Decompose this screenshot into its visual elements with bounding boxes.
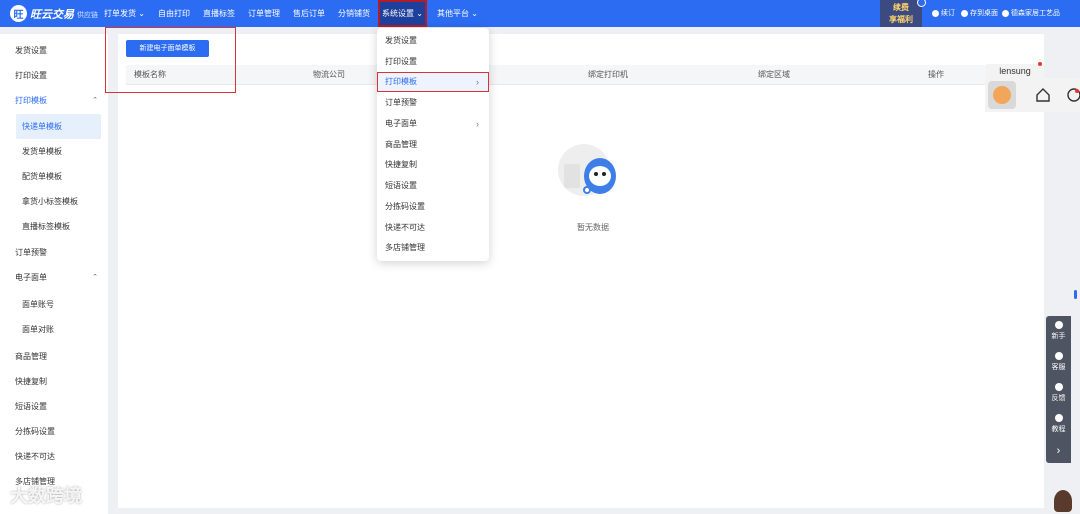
sidebar-item-phrases[interactable]: 短语设置	[0, 394, 108, 419]
beginner-icon	[1054, 321, 1063, 329]
logo-subtitle: 供应链	[77, 12, 98, 19]
sidebar-item-unreachable[interactable]: 快递不可达	[0, 444, 108, 469]
sidebar-item-print-settings[interactable]: 打印设置	[0, 63, 108, 88]
save-desktop-label: 存到桌面	[970, 10, 998, 17]
beginner-label: 新手	[1051, 333, 1066, 340]
nav-after-sales[interactable]: 售后订单	[293, 0, 325, 27]
sidebar-item-delivery-template[interactable]: 发货单模板	[0, 139, 108, 164]
sidebar-item-label: 电子面单	[15, 273, 47, 282]
app-logo[interactable]: 旺 旺云交易 供应链	[10, 5, 98, 22]
headset-icon	[1054, 352, 1063, 360]
dropdown-item-phrases[interactable]: 短语设置	[377, 176, 489, 196]
main-panel: 新建电子面单模板 模板名称 物流公司 绑定打印机 绑定区域 操作 暂无数据	[118, 34, 1044, 508]
desktop-icon	[961, 10, 968, 17]
sidebar-item-shipping-settings[interactable]: 发货设置	[0, 38, 108, 63]
vip-line2: 享福利	[889, 15, 913, 24]
dropdown-item-label: 电子面单	[385, 119, 417, 128]
beginner-button[interactable]: 新手	[1046, 318, 1071, 346]
floating-help-bar: 新手 客服 反馈 教程 ›	[1046, 316, 1071, 463]
avatar-face-icon	[993, 86, 1011, 104]
home-icon[interactable]	[1035, 87, 1051, 103]
nav-order-mgmt[interactable]: 订单管理	[248, 0, 280, 27]
support-button[interactable]: 客服	[1046, 349, 1071, 377]
feedback-button[interactable]: 反馈	[1046, 380, 1071, 408]
assistant-avatar[interactable]	[1054, 490, 1072, 512]
dropdown-item-shipping-settings[interactable]: 发货设置	[377, 31, 489, 51]
dropdown-item-print-templates[interactable]: 打印模板 ›	[377, 72, 489, 92]
tutorial-button[interactable]: 教程	[1046, 411, 1071, 439]
chevron-up-icon: ⌃	[92, 274, 98, 281]
logo-icon: 旺	[10, 5, 27, 22]
logo-text: 旺云交易	[30, 8, 74, 21]
widget-toolbar	[985, 78, 1080, 112]
nav-distribution[interactable]: 分销铺货	[338, 0, 370, 27]
feedback-label: 反馈	[1051, 395, 1066, 402]
chevron-right-icon: ›	[476, 77, 479, 87]
sidebar-item-express-template[interactable]: 快递单模板	[16, 114, 101, 139]
watermark: 大数跨境	[10, 486, 82, 506]
dropdown-item-unreachable[interactable]: 快递不可达	[377, 218, 489, 238]
dropdown-item-multi-shop[interactable]: 多店铺管理	[377, 238, 489, 258]
sidebar-item-picking-template[interactable]: 配货单模板	[0, 164, 108, 189]
nav-live-labels[interactable]: 直播标签	[203, 0, 235, 27]
sidebar-item-small-label-template[interactable]: 拿货小标签模板	[0, 189, 108, 214]
dropdown-item-quick-copy[interactable]: 快捷复制	[377, 155, 489, 175]
sidebar-item-order-alert[interactable]: 订单预警	[0, 240, 108, 265]
vip-badge-icon	[917, 0, 926, 7]
col-actions: 操作	[928, 70, 944, 79]
support-label: 客服	[1051, 364, 1066, 371]
widget-name: lensung	[999, 66, 1031, 76]
sidebar-item-print-templates[interactable]: 打印模板 ⌃	[0, 88, 108, 113]
empty-state-text: 暂无数据	[577, 223, 609, 232]
chevron-right-icon: ›	[476, 119, 479, 129]
col-region: 绑定区域	[758, 70, 790, 79]
dropdown-item-order-alert[interactable]: 订单预警	[377, 93, 489, 113]
shop-icon	[1002, 10, 1009, 17]
nav-other-platforms[interactable]: 其他平台 ⌄	[437, 0, 478, 27]
nav-free-print[interactable]: 自由打印	[158, 0, 190, 27]
nav-print-ship[interactable]: 打单发货 ⌄	[104, 0, 145, 27]
annotation-highlight-box	[105, 27, 236, 93]
sidebar-item-waybill-reconcile[interactable]: 面单对账	[0, 317, 108, 342]
dropdown-item-sort-code[interactable]: 分拣码设置	[377, 197, 489, 217]
lensung-widget-tab[interactable]: lensung	[986, 62, 1044, 78]
sidebar-item-quick-copy[interactable]: 快捷复制	[0, 369, 108, 394]
renew-link[interactable]: 续订	[932, 0, 955, 27]
renew-label: 续订	[941, 10, 955, 17]
chevron-up-icon: ⌃	[92, 97, 98, 104]
empty-state-illustration	[558, 144, 616, 196]
table-header: 模板名称 物流公司 绑定打印机 绑定区域 操作	[126, 65, 1036, 85]
sidebar-item-waybill-account[interactable]: 面单账号	[0, 292, 108, 317]
avatar[interactable]	[988, 81, 1016, 109]
chat-icon[interactable]	[1065, 87, 1080, 103]
renew-icon	[932, 10, 939, 17]
feedback-icon	[1054, 383, 1063, 391]
notification-dot-icon	[1038, 62, 1042, 66]
top-navbar: 旺 旺云交易 供应链 打单发货 ⌄ 自由打印 直播标签 订单管理 售后订单 分销…	[0, 0, 1080, 27]
scrollbar-thumb[interactable]	[1074, 290, 1077, 299]
dropdown-item-label: 打印模板	[385, 77, 417, 86]
shop-name: 德森家居工艺品	[1011, 10, 1060, 17]
nav-system-settings[interactable]: 系统设置 ⌄	[378, 0, 427, 27]
dropdown-item-e-waybill[interactable]: 电子面单 ›	[377, 114, 489, 134]
tutorial-label: 教程	[1051, 426, 1066, 433]
sidebar-item-product-mgmt[interactable]: 商品管理	[0, 344, 108, 369]
sidebar: 发货设置 打印设置 打印模板 ⌃ 快递单模板 发货单模板 配货单模板 拿货小标签…	[0, 34, 108, 514]
save-desktop-link[interactable]: 存到桌面	[961, 0, 998, 27]
dropdown-item-product-mgmt[interactable]: 商品管理	[377, 135, 489, 155]
collapse-button[interactable]: ›	[1046, 441, 1071, 469]
vip-line1: 续费	[893, 3, 909, 12]
sidebar-item-label: 打印模板	[15, 96, 47, 105]
shop-name-link[interactable]: 德森家居工艺品	[1002, 0, 1060, 27]
sidebar-item-e-waybill[interactable]: 电子面单 ⌃	[0, 265, 108, 290]
dropdown-item-print-settings[interactable]: 打印设置	[377, 52, 489, 72]
col-printer: 绑定打印机	[588, 70, 628, 79]
sidebar-item-sort-code[interactable]: 分拣码设置	[0, 419, 108, 444]
sidebar-item-live-label-template[interactable]: 直播标签模板	[0, 214, 108, 239]
system-settings-dropdown: 发货设置 打印设置 打印模板 › 订单预警 电子面单 › 商品管理 快捷复制 短…	[377, 28, 489, 261]
col-logistics: 物流公司	[313, 70, 345, 79]
question-icon	[1054, 414, 1063, 422]
vip-renew-button[interactable]: 续费 享福利	[880, 0, 926, 27]
